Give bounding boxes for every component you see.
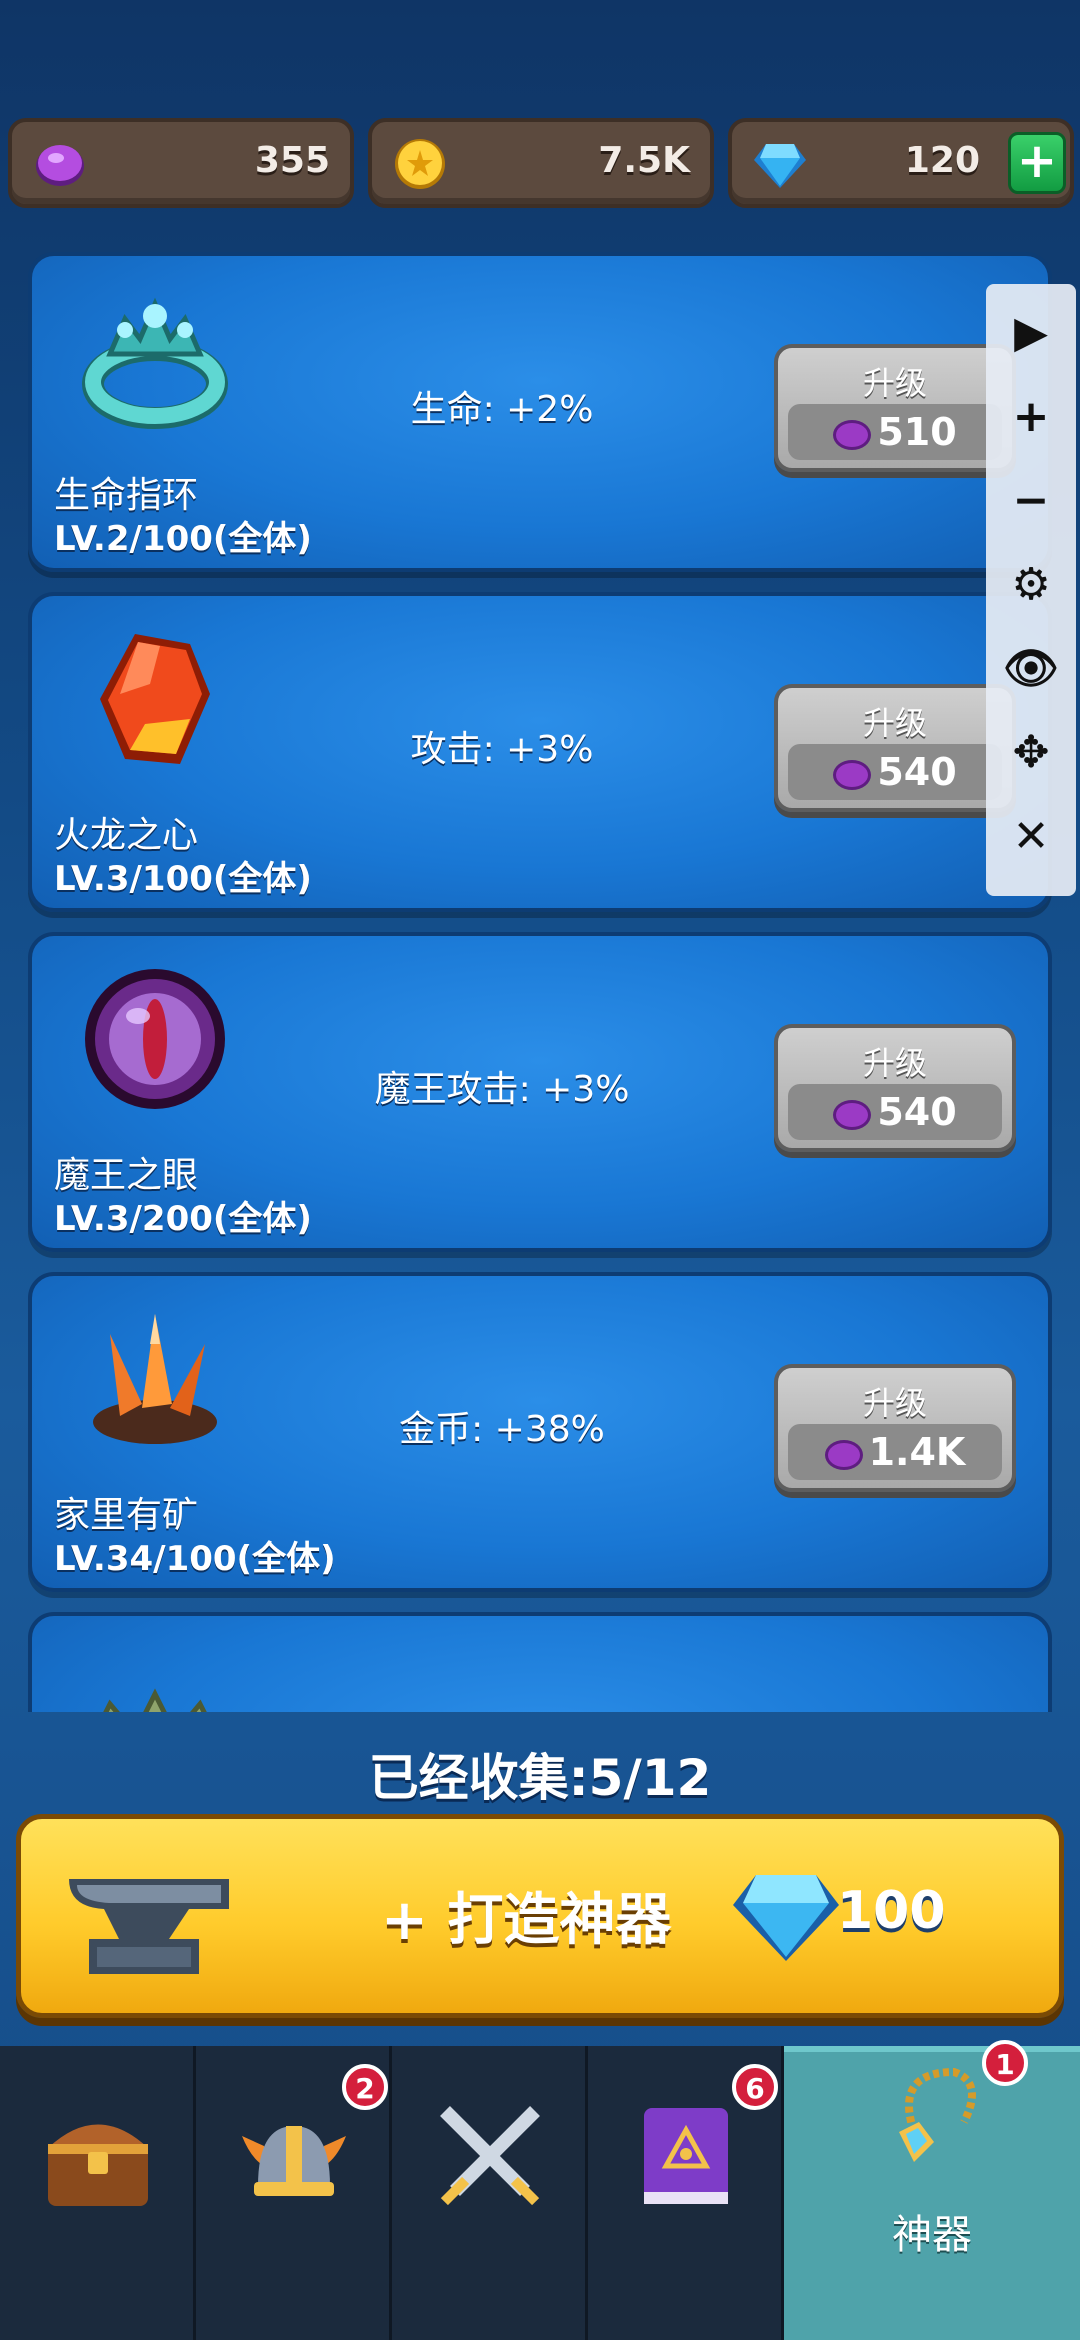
crown-icon xyxy=(103,1688,207,1712)
artifact-card: 生命: +2% 生命指环 LV.2/100(全体) 升级 510 xyxy=(28,252,1052,572)
upgrade-cost: 1.4K xyxy=(788,1424,1002,1480)
forge-artifact-button[interactable]: + 打造神器 100 xyxy=(16,1814,1064,2018)
upgrade-cost: 540 xyxy=(788,744,1002,800)
diamond-counter: 120 + xyxy=(728,118,1074,208)
artifact-card: 金币: +38% 家里有矿 LV.34/100(全体) 升级 1.4K xyxy=(28,1272,1052,1592)
artifact-level: LV.34/100(全体) xyxy=(54,1539,336,1579)
move-icon[interactable]: ✥ xyxy=(986,718,1076,788)
collection-progress: 已经收集:5/12 xyxy=(368,1749,712,1807)
upgrade-cost-value: 1.4K xyxy=(868,1430,966,1474)
treasure-chest-tab[interactable] xyxy=(0,2046,196,2340)
play-icon[interactable]: ▶ xyxy=(986,298,1076,368)
fire-crystal-icon xyxy=(100,634,210,764)
purple-gem-icon xyxy=(36,145,84,186)
currency-bar: 355 7.5K 120 + xyxy=(0,118,1080,210)
artifact-level: LV.2/100(全体) xyxy=(54,519,312,559)
artifact-card: 攻击: +3% 火龙之心 LV.3/100(全体) 升级 540 xyxy=(28,592,1052,912)
zoom-in-icon[interactable]: + xyxy=(986,382,1076,452)
ring-icon xyxy=(82,297,228,429)
viking-helmet-icon xyxy=(242,2126,346,2196)
upgrade-cost-value: 540 xyxy=(877,750,957,794)
diamond-amount: 120 xyxy=(904,140,980,181)
artifact-list[interactable]: 生命: +2% 生命指环 LV.2/100(全体) 升级 510 攻击: +3%… xyxy=(28,252,1052,1712)
purple-gem-icon xyxy=(833,1099,872,1130)
notification-badge: 6 xyxy=(732,2064,778,2110)
artifact-effect: 金币: +38% xyxy=(399,1409,605,1450)
artifact-effect: 攻击: +3% xyxy=(410,729,594,770)
upgrade-label: 升级 xyxy=(862,1044,927,1082)
add-diamond-button[interactable]: + xyxy=(1008,132,1066,194)
upgrade-button[interactable]: 升级 540 xyxy=(774,1024,1016,1152)
purple-gem-amount: 355 xyxy=(254,140,330,181)
crossed-swords-icon xyxy=(440,2106,540,2206)
purple-gem-counter: 355 xyxy=(8,118,354,208)
anvil-icon xyxy=(69,1879,229,1974)
forge-cost: 100 xyxy=(837,1881,946,1941)
notification-badge: 2 xyxy=(342,2064,388,2110)
gold-coin-counter: 7.5K xyxy=(368,118,714,208)
upgrade-cost-value: 540 xyxy=(877,1090,957,1134)
gold-coin-icon xyxy=(395,139,445,189)
artifact-effect: 魔王攻击: +3% xyxy=(374,1069,630,1110)
ore-crystal-icon xyxy=(93,1314,217,1444)
artifact-level: LV.3/100(全体) xyxy=(54,859,312,899)
artifact-card: 魔王攻击: +3% 魔王之眼 LV.3/200(全体) 升级 540 xyxy=(28,932,1052,1252)
zoom-out-icon[interactable]: − xyxy=(986,466,1076,536)
purple-gem-icon xyxy=(833,419,872,450)
notification-badge: 1 xyxy=(982,2040,1028,2086)
upgrade-cost: 540 xyxy=(788,1084,1002,1140)
eye-icon[interactable]: 👁 xyxy=(986,634,1076,704)
crossed-swords-tab[interactable] xyxy=(392,2046,588,2340)
purple-gem-icon xyxy=(824,1439,863,1470)
upgrade-cost: 510 xyxy=(788,404,1002,460)
close-icon[interactable]: ✕ xyxy=(986,802,1076,872)
upgrade-button[interactable]: 升级 510 xyxy=(774,344,1016,472)
artifact-effect: 生命: +2% xyxy=(410,389,594,430)
diamond-icon xyxy=(754,144,806,188)
diamond-icon xyxy=(733,1875,839,1961)
upgrade-label: 升级 xyxy=(862,364,927,402)
artifact-level: LV.3/200(全体) xyxy=(54,1199,312,1239)
forge-label: + 打造神器 xyxy=(381,1888,672,1953)
floating-toolbar: ▶ + − ⚙ 👁 ✥ ✕ xyxy=(986,284,1076,896)
artifact-card-partial xyxy=(28,1612,1052,1712)
treasure-chest-icon xyxy=(48,2124,148,2206)
upgrade-label: 升级 xyxy=(862,1384,927,1422)
upgrade-label: 升级 xyxy=(862,704,927,742)
upgrade-button[interactable]: 升级 1.4K xyxy=(774,1364,1016,1492)
purple-gem-icon xyxy=(833,759,872,790)
spellbook-tab[interactable]: 6 xyxy=(588,2046,784,2340)
spellbook-icon xyxy=(644,2108,728,2204)
upgrade-button[interactable]: 升级 540 xyxy=(774,684,1016,812)
gear-icon[interactable]: ⚙ xyxy=(986,550,1076,620)
gold-coin-amount: 7.5K xyxy=(598,140,690,181)
artifact-tab[interactable]: 神器 1 xyxy=(784,2040,1080,2340)
demon-eye-icon xyxy=(85,969,225,1109)
bottom-nav: 2 6 神器 1 xyxy=(0,2040,1080,2340)
artifact-tab-label: 神器 xyxy=(892,2212,972,2258)
viking-helmet-tab[interactable]: 2 xyxy=(196,2046,392,2340)
upgrade-cost-value: 510 xyxy=(877,410,957,454)
amulet-icon xyxy=(899,2067,976,2162)
